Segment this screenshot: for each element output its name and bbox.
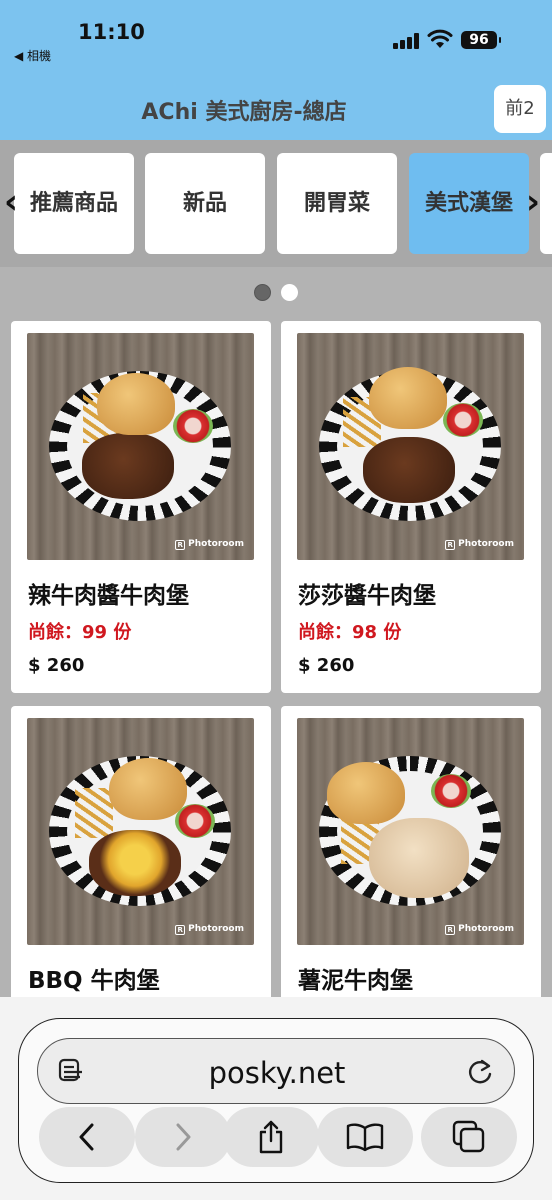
product-name: 薯泥牛肉堡 [298,968,413,994]
category-next-arrow-icon[interactable]: › [526,182,540,222]
product-card[interactable]: R Photoroom 辣牛肉醬牛肉堡 尚餘：99 份 $ 260 [11,321,271,693]
product-image: R Photoroom [297,333,524,560]
product-card[interactable]: R Photoroom 莎莎醬牛肉堡 尚餘：98 份 $ 260 [281,321,541,693]
product-card[interactable]: R Photoroom BBQ 牛肉堡 [11,706,271,1026]
share-button[interactable] [223,1107,319,1167]
photoroom-watermark: R Photoroom [175,924,244,935]
category-tab-next-partial[interactable] [540,153,552,254]
category-tab-appetizers[interactable]: 開胃菜 [277,153,397,254]
address-bar[interactable]: posky.net [37,1038,515,1104]
photoroom-watermark: R Photoroom [445,924,514,935]
store-title: AChi 美式廚房-總店 [141,100,347,125]
share-icon [259,1120,283,1154]
battery-indicator: 96 [461,31,501,49]
category-tab-recommended[interactable]: 推薦商品 [14,153,134,254]
category-bar: 推薦商品 新品 開胃菜 美式漢堡 ‹ › [0,140,552,267]
product-image: R Photoroom [27,718,254,945]
product-price: $ 260 [298,655,355,676]
product-name: 莎莎醬牛肉堡 [298,583,436,609]
wifi-icon [427,29,453,48]
product-name: BBQ 牛肉堡 [28,968,160,994]
product-name: 辣牛肉醬牛肉堡 [28,583,189,609]
back-button[interactable] [39,1107,135,1167]
browser-toolbar: posky.net [18,1018,534,1183]
pager-dot-2[interactable] [281,284,298,301]
chevron-right-icon [176,1123,191,1151]
product-image: R Photoroom [27,333,254,560]
reload-icon[interactable] [468,1058,494,1086]
table-number-badge[interactable]: 前2 [494,85,546,133]
category-tab-burgers[interactable]: 美式漢堡 [409,153,529,254]
category-prev-arrow-icon[interactable]: ‹ [4,182,18,222]
photoroom-watermark: R Photoroom [445,539,514,550]
bookmarks-button[interactable] [317,1107,413,1167]
photoroom-watermark: R Photoroom [175,539,244,550]
product-price: $ 260 [28,655,85,676]
product-card[interactable]: R Photoroom 薯泥牛肉堡 [281,706,541,1026]
category-tab-new[interactable]: 新品 [145,153,265,254]
url-text[interactable]: posky.net [38,1056,516,1090]
product-stock: 尚餘：98 份 [298,622,402,643]
tabs-icon [452,1120,485,1153]
pager-dot-1[interactable] [254,284,271,301]
status-time: 11:10 [78,20,145,44]
forward-button[interactable] [135,1107,231,1167]
cellular-signal-icon [393,33,421,49]
tabs-button[interactable] [421,1107,517,1167]
back-to-camera-link[interactable]: ◀ 相機 [14,47,51,64]
book-icon [346,1123,384,1152]
product-image: R Photoroom [297,718,524,945]
product-stock: 尚餘：99 份 [28,622,132,643]
app-header: 11:10 ◀ 相機 96 AChi 美式廚房-總店 前2 [0,0,552,140]
chevron-left-icon [79,1123,94,1151]
